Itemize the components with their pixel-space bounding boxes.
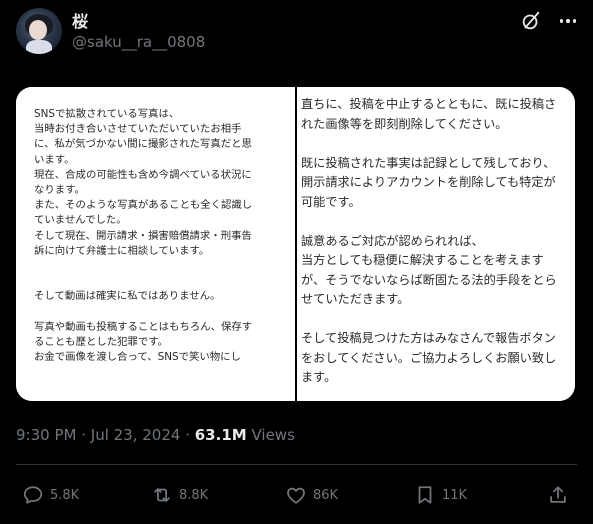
like-count: 86K (313, 487, 339, 503)
like-icon (287, 487, 305, 504)
more-dot (559, 19, 564, 23)
more-dot (572, 19, 577, 23)
media-image-right[interactable]: 直ちに、投稿を中止するとともに、既に投稿さ れた画像等を即刻削除してください。 … (297, 87, 575, 401)
reply-button[interactable]: 5.8K (22, 484, 79, 506)
bookmark-count: 11K (442, 487, 468, 503)
display-name[interactable]: 桜 (72, 8, 88, 32)
grok-icon[interactable] (520, 10, 542, 32)
views-count: 63.1M (194, 426, 247, 444)
avatar[interactable] (16, 8, 62, 54)
repost-button[interactable]: 8.8K (151, 484, 208, 506)
action-bar: 5.8K 8.8K 86K 11K (0, 480, 593, 512)
avatar-dress (26, 40, 52, 54)
more-dot (566, 19, 570, 23)
views-label: Views (251, 426, 295, 444)
bookmark-icon (418, 486, 432, 504)
meta-separator: · (180, 426, 195, 444)
divider (16, 464, 577, 465)
share-button[interactable] (547, 484, 569, 506)
image-text-right: 直ちに、投稿を中止するとともに、既に投稿さ れた画像等を即刻削除してください。 … (301, 97, 557, 384)
meta-separator: · (76, 426, 91, 444)
media-image-left[interactable]: SNSで拡散されている写真は、 当時お付き合いさせていただいていたお相手 に、私… (16, 87, 295, 401)
reply-count: 5.8K (50, 487, 80, 503)
image-text-left: SNSで拡散されている写真は、 当時お付き合いさせていただいていたお相手 に、私… (34, 108, 253, 364)
post-date[interactable]: Jul 23, 2024 (91, 426, 181, 444)
post-time[interactable]: 9:30 PM (16, 426, 76, 444)
user-handle[interactable]: @saku__ra__0808 (72, 33, 205, 51)
avatar-face (29, 20, 47, 40)
share-icon (550, 486, 566, 503)
media-grid: SNSで拡散されている写真は、 当時お付き合いさせていただいていたお相手 に、私… (16, 87, 575, 401)
repost-count: 8.8K (179, 487, 209, 503)
like-button[interactable]: 86K (285, 484, 338, 506)
repost-icon (154, 488, 170, 502)
more-icon[interactable] (556, 10, 580, 32)
bookmark-button[interactable]: 11K (414, 484, 467, 506)
post-meta: 9:30 PM · Jul 23, 2024 · 63.1M Views (16, 426, 295, 444)
reply-icon (23, 486, 43, 504)
